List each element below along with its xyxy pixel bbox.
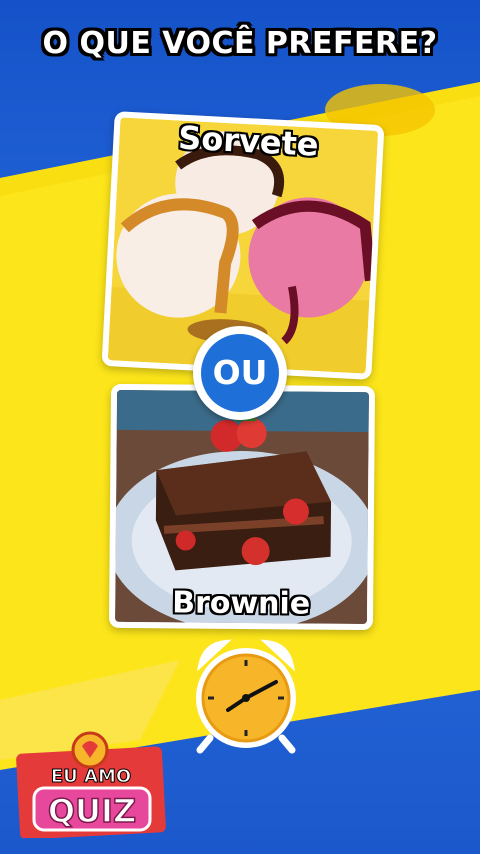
or-badge: OU: [193, 326, 287, 420]
logo-line-2: QUIZ: [48, 792, 136, 830]
alarm-clock-icon: [196, 639, 296, 754]
eu-amo-quiz-logo: EU AMO QUIZ: [16, 728, 176, 840]
logo-line-1: EU AMO: [51, 766, 131, 787]
or-badge-text: OU: [201, 334, 279, 412]
page-title: O QUE VOCÊ PREFERE?: [42, 26, 438, 61]
option-label-brownie: Brownie: [172, 585, 311, 622]
option-card-brownie[interactable]: Brownie: [108, 383, 376, 631]
